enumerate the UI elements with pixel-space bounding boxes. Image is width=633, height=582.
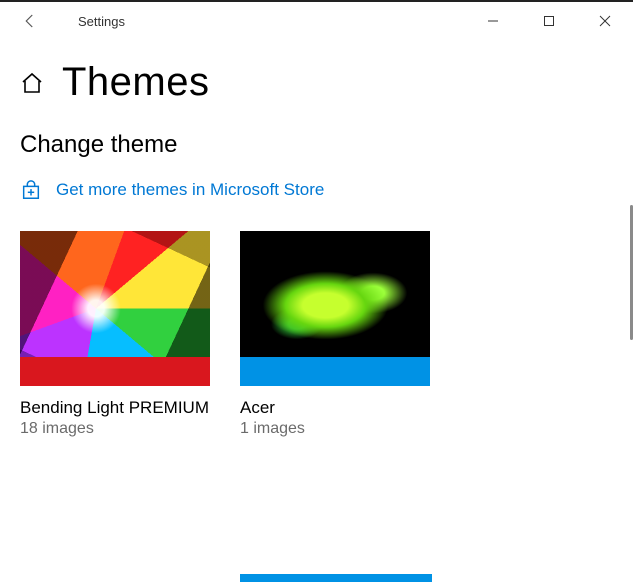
title-bar: Settings	[0, 0, 633, 40]
store-bag-icon	[20, 179, 42, 201]
close-button[interactable]	[577, 2, 633, 40]
theme-color-chip	[20, 357, 210, 386]
home-icon	[20, 71, 44, 95]
theme-image-count: 18 images	[20, 420, 210, 438]
app-title: Settings	[78, 14, 125, 29]
theme-thumbnail	[240, 231, 430, 386]
close-icon	[599, 15, 611, 27]
back-arrow-icon	[21, 12, 39, 30]
page-header: Themes	[0, 40, 633, 123]
theme-card-acer[interactable]: Acer 1 images	[240, 231, 430, 438]
store-link[interactable]: Get more themes in Microsoft Store	[20, 179, 613, 201]
section-heading: Change theme	[20, 131, 613, 159]
theme-card-bending-light[interactable]: Bending Light PREMIUM 18 images	[20, 231, 210, 438]
window-controls	[465, 2, 633, 40]
theme-name: Bending Light PREMIUM	[20, 398, 210, 418]
minimize-icon	[487, 15, 499, 27]
page-title: Themes	[62, 60, 210, 105]
home-button[interactable]	[18, 69, 46, 97]
theme-name: Acer	[240, 398, 430, 418]
theme-thumbnail	[20, 231, 210, 386]
theme-color-chip	[240, 357, 430, 386]
back-button[interactable]	[0, 2, 60, 40]
content-area: Change theme Get more themes in Microsof…	[0, 123, 633, 575]
maximize-icon	[543, 15, 555, 27]
maximize-button[interactable]	[521, 2, 577, 40]
minimize-button[interactable]	[465, 2, 521, 40]
partial-theme-chip	[240, 574, 432, 582]
theme-image-count: 1 images	[240, 420, 430, 438]
store-link-label: Get more themes in Microsoft Store	[56, 180, 324, 200]
themes-grid: Bending Light PREMIUM 18 images Acer 1 i…	[20, 231, 613, 438]
